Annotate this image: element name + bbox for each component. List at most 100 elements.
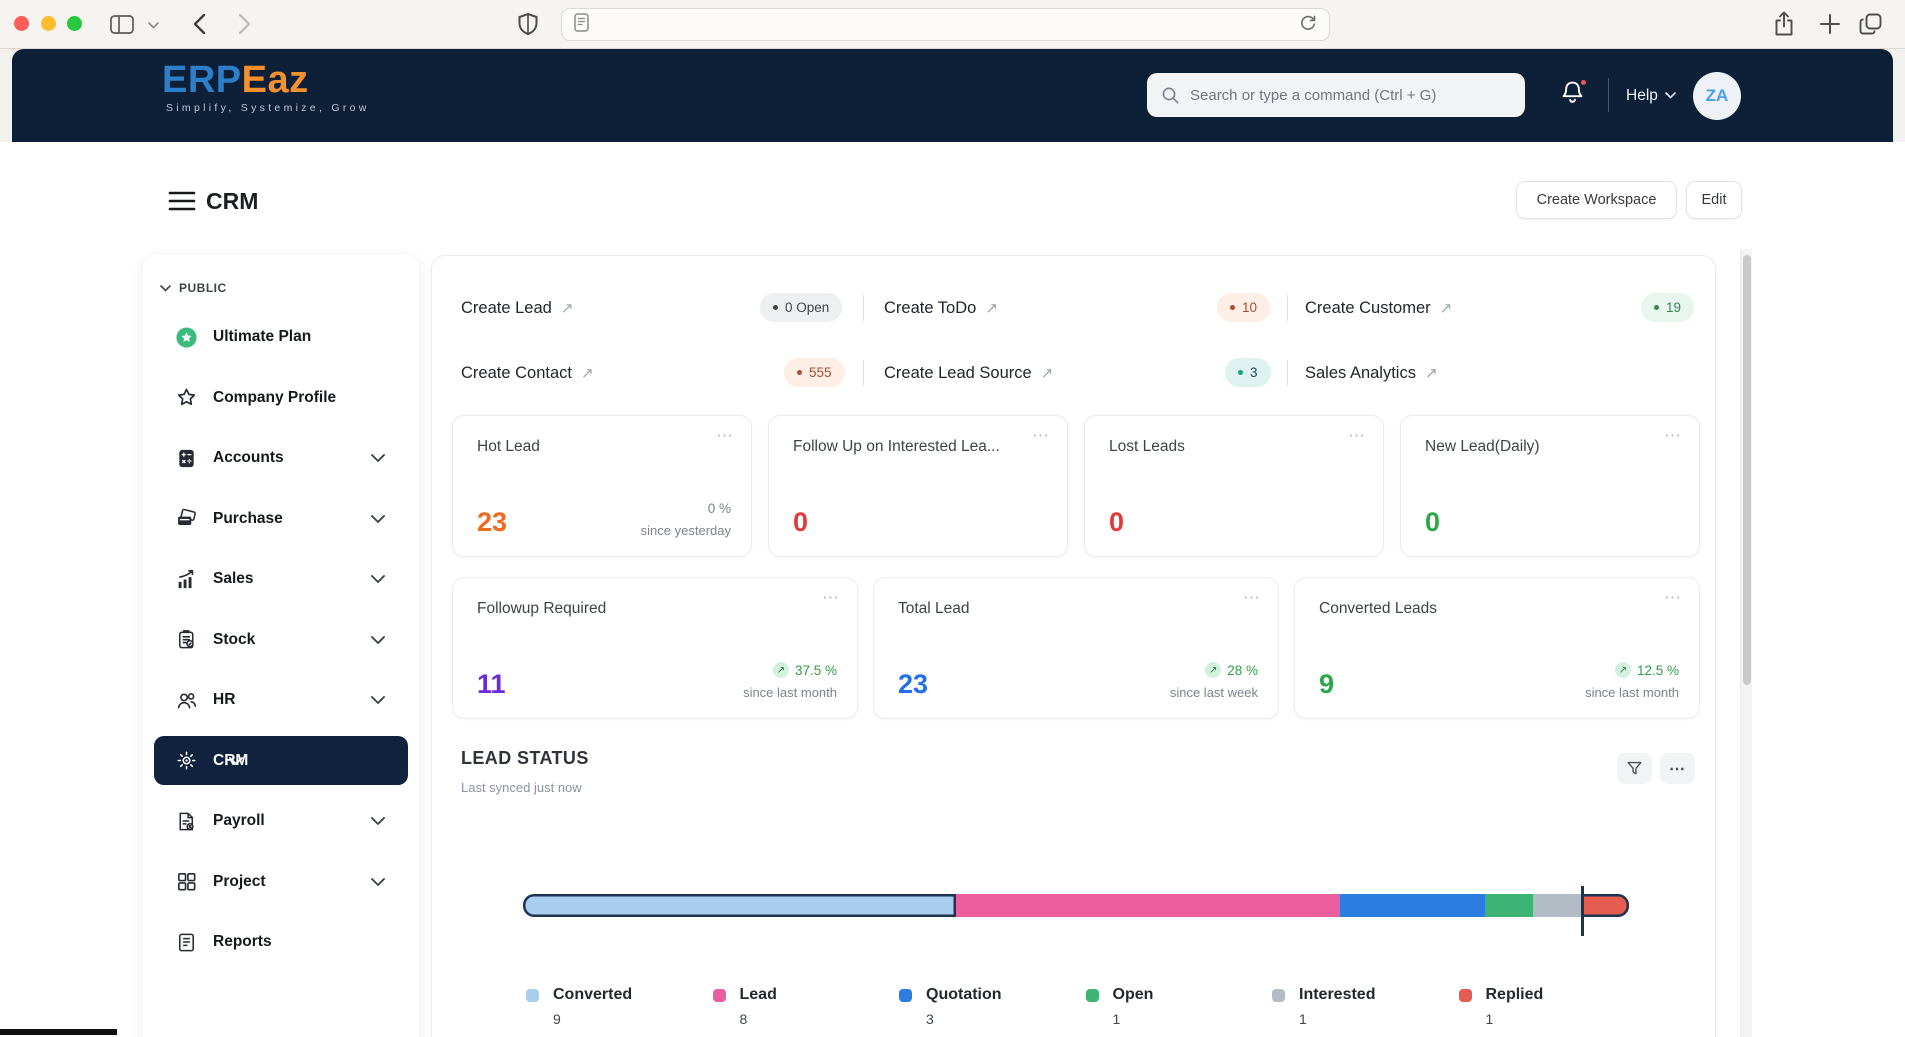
sidebar-item-crm[interactable]: CRM: [143, 731, 419, 792]
lead-source-count-badge[interactable]: 3: [1225, 358, 1271, 387]
edit-button[interactable]: Edit: [1686, 181, 1742, 219]
bar-segment-replied[interactable]: [1581, 894, 1629, 917]
browser-sidebar-toggle-icon[interactable]: [110, 15, 134, 34]
shortcut-row-2: Create Contact↗ 555 Create Lead Source↗ …: [432, 357, 1715, 389]
contact-count-badge[interactable]: 555: [784, 358, 845, 387]
todo-count-badge[interactable]: 10: [1217, 293, 1270, 322]
external-arrow-icon: ↗: [561, 299, 574, 317]
sidebar-item-accounts[interactable]: Accounts: [143, 428, 419, 489]
divider: [863, 295, 864, 321]
chevron-down-icon: [371, 696, 385, 704]
chevron-down-icon: [371, 575, 385, 583]
card-menu-button[interactable]: ⋯: [1348, 426, 1367, 446]
sidebar-item-stock[interactable]: Stock: [143, 610, 419, 671]
browser-forward-button[interactable]: [238, 13, 252, 35]
sidebar-item-hr[interactable]: HR: [143, 670, 419, 731]
create-contact-link[interactable]: Create Contact↗: [461, 357, 594, 389]
reader-page-icon[interactable]: [574, 13, 589, 37]
legend-item-lead: Lead8: [713, 986, 900, 1027]
dot-icon: [1654, 305, 1659, 310]
address-bar[interactable]: [561, 8, 1330, 41]
navbar-divider: [1608, 78, 1609, 112]
card-menu-button[interactable]: ⋯: [1243, 588, 1262, 608]
external-arrow-icon: ↗: [985, 299, 998, 317]
create-lead-link[interactable]: Create Lead↗: [461, 292, 573, 324]
logo-text-eaz: Eaz: [242, 59, 309, 101]
app-logo[interactable]: ERPEaz Simplify, Systemize, Grow: [162, 60, 370, 114]
new-tab-plus-icon[interactable]: [1818, 12, 1842, 36]
trend-up-icon: ↗: [1205, 662, 1221, 678]
funnel-icon: [1626, 760, 1643, 777]
chevron-down-icon[interactable]: [148, 22, 159, 29]
bar-segment-lead[interactable]: [956, 894, 1341, 917]
legend-item-replied: Replied1: [1459, 986, 1646, 1027]
card-menu-button[interactable]: ⋯: [822, 588, 841, 608]
open-leads-badge[interactable]: 0 Open: [760, 293, 842, 322]
zoom-window-button[interactable]: [67, 16, 82, 31]
shield-privacy-icon[interactable]: [517, 12, 539, 37]
sidebar-item-project[interactable]: Project: [143, 852, 419, 913]
sidebar-hamburger-button[interactable]: [168, 190, 196, 212]
chart-menu-button[interactable]: ⋯: [1660, 753, 1695, 784]
bar-segment-converted[interactable]: [523, 894, 956, 917]
chevron-down-icon: [371, 515, 385, 523]
divider: [1287, 295, 1288, 321]
stat-card-converted-leads: Converted Leads ⋯ 9 ↗12.5 % since last m…: [1294, 577, 1700, 719]
card-menu-button[interactable]: ⋯: [1032, 426, 1051, 446]
filter-button[interactable]: [1617, 753, 1652, 784]
avatar[interactable]: ZA: [1693, 72, 1741, 120]
sidebar-item-sales[interactable]: Sales: [143, 549, 419, 610]
sidebar-item-payroll[interactable]: Payroll: [143, 791, 419, 852]
lead-status-subtitle: Last synced just now: [461, 780, 582, 795]
browser-back-button[interactable]: [192, 13, 206, 35]
close-window-button[interactable]: [14, 16, 29, 31]
card-menu-button[interactable]: ⋯: [1664, 426, 1683, 446]
legend-item-open: Open1: [1086, 986, 1273, 1027]
chevron-down-icon: [371, 878, 385, 886]
sales-analytics-link[interactable]: Sales Analytics↗: [1305, 357, 1438, 389]
sidebar-item-purchase[interactable]: Purchase: [143, 489, 419, 550]
browser-chrome: [0, 0, 1905, 49]
search-input[interactable]: [1180, 73, 1525, 117]
calculator-icon: [175, 447, 198, 470]
project-grid-icon: [175, 870, 198, 893]
legend-swatch-icon: [1086, 989, 1099, 1002]
refresh-icon[interactable]: [1299, 13, 1317, 36]
scrollbar-track[interactable]: [1740, 249, 1752, 1037]
external-arrow-icon: ↗: [581, 364, 594, 382]
scrollbar-thumb[interactable]: [1743, 255, 1751, 685]
star-circle-icon: [175, 326, 198, 349]
dot-icon: [797, 370, 802, 375]
external-arrow-icon: ↗: [1425, 364, 1438, 382]
logo-text-erp: ERP: [162, 59, 242, 101]
bar-segment-open[interactable]: [1485, 894, 1533, 917]
help-label: Help: [1626, 87, 1658, 105]
stat-card-new-lead-daily: New Lead(Daily) ⋯ 0: [1400, 415, 1700, 557]
sidebar-item-ultimate-plan[interactable]: Ultimate Plan: [143, 307, 419, 368]
create-todo-link[interactable]: Create ToDo↗: [884, 292, 998, 324]
ellipsis-icon: ⋯: [1669, 759, 1686, 779]
card-menu-button[interactable]: ⋯: [716, 426, 735, 446]
share-icon[interactable]: [1772, 10, 1796, 38]
bar-segment-quotation[interactable]: [1340, 894, 1484, 917]
card-menu-button[interactable]: ⋯: [1664, 588, 1683, 608]
sidebar-item-reports[interactable]: Reports: [143, 912, 419, 973]
sidebar-section-public[interactable]: PUBLIC: [143, 269, 419, 307]
sidebar-item-company-profile[interactable]: Company Profile: [143, 368, 419, 429]
customer-count-badge[interactable]: 19: [1641, 293, 1694, 322]
create-customer-link[interactable]: Create Customer↗: [1305, 292, 1452, 324]
tab-overview-icon[interactable]: [1858, 11, 1884, 37]
legend-swatch-icon: [1272, 989, 1285, 1002]
background-window-edge: [0, 1029, 117, 1035]
create-workspace-button[interactable]: Create Workspace: [1516, 181, 1677, 219]
global-search[interactable]: [1147, 73, 1525, 117]
chevron-down-icon: [371, 817, 385, 825]
bar-segment-interested[interactable]: [1533, 894, 1581, 917]
notifications-bell-button[interactable]: [1559, 79, 1589, 109]
create-lead-source-link[interactable]: Create Lead Source↗: [884, 357, 1053, 389]
search-icon: [1161, 86, 1180, 105]
minimize-window-button[interactable]: [41, 16, 56, 31]
star-outline-icon: [175, 386, 198, 409]
help-menu[interactable]: Help: [1626, 49, 1676, 142]
divider: [1287, 360, 1288, 386]
